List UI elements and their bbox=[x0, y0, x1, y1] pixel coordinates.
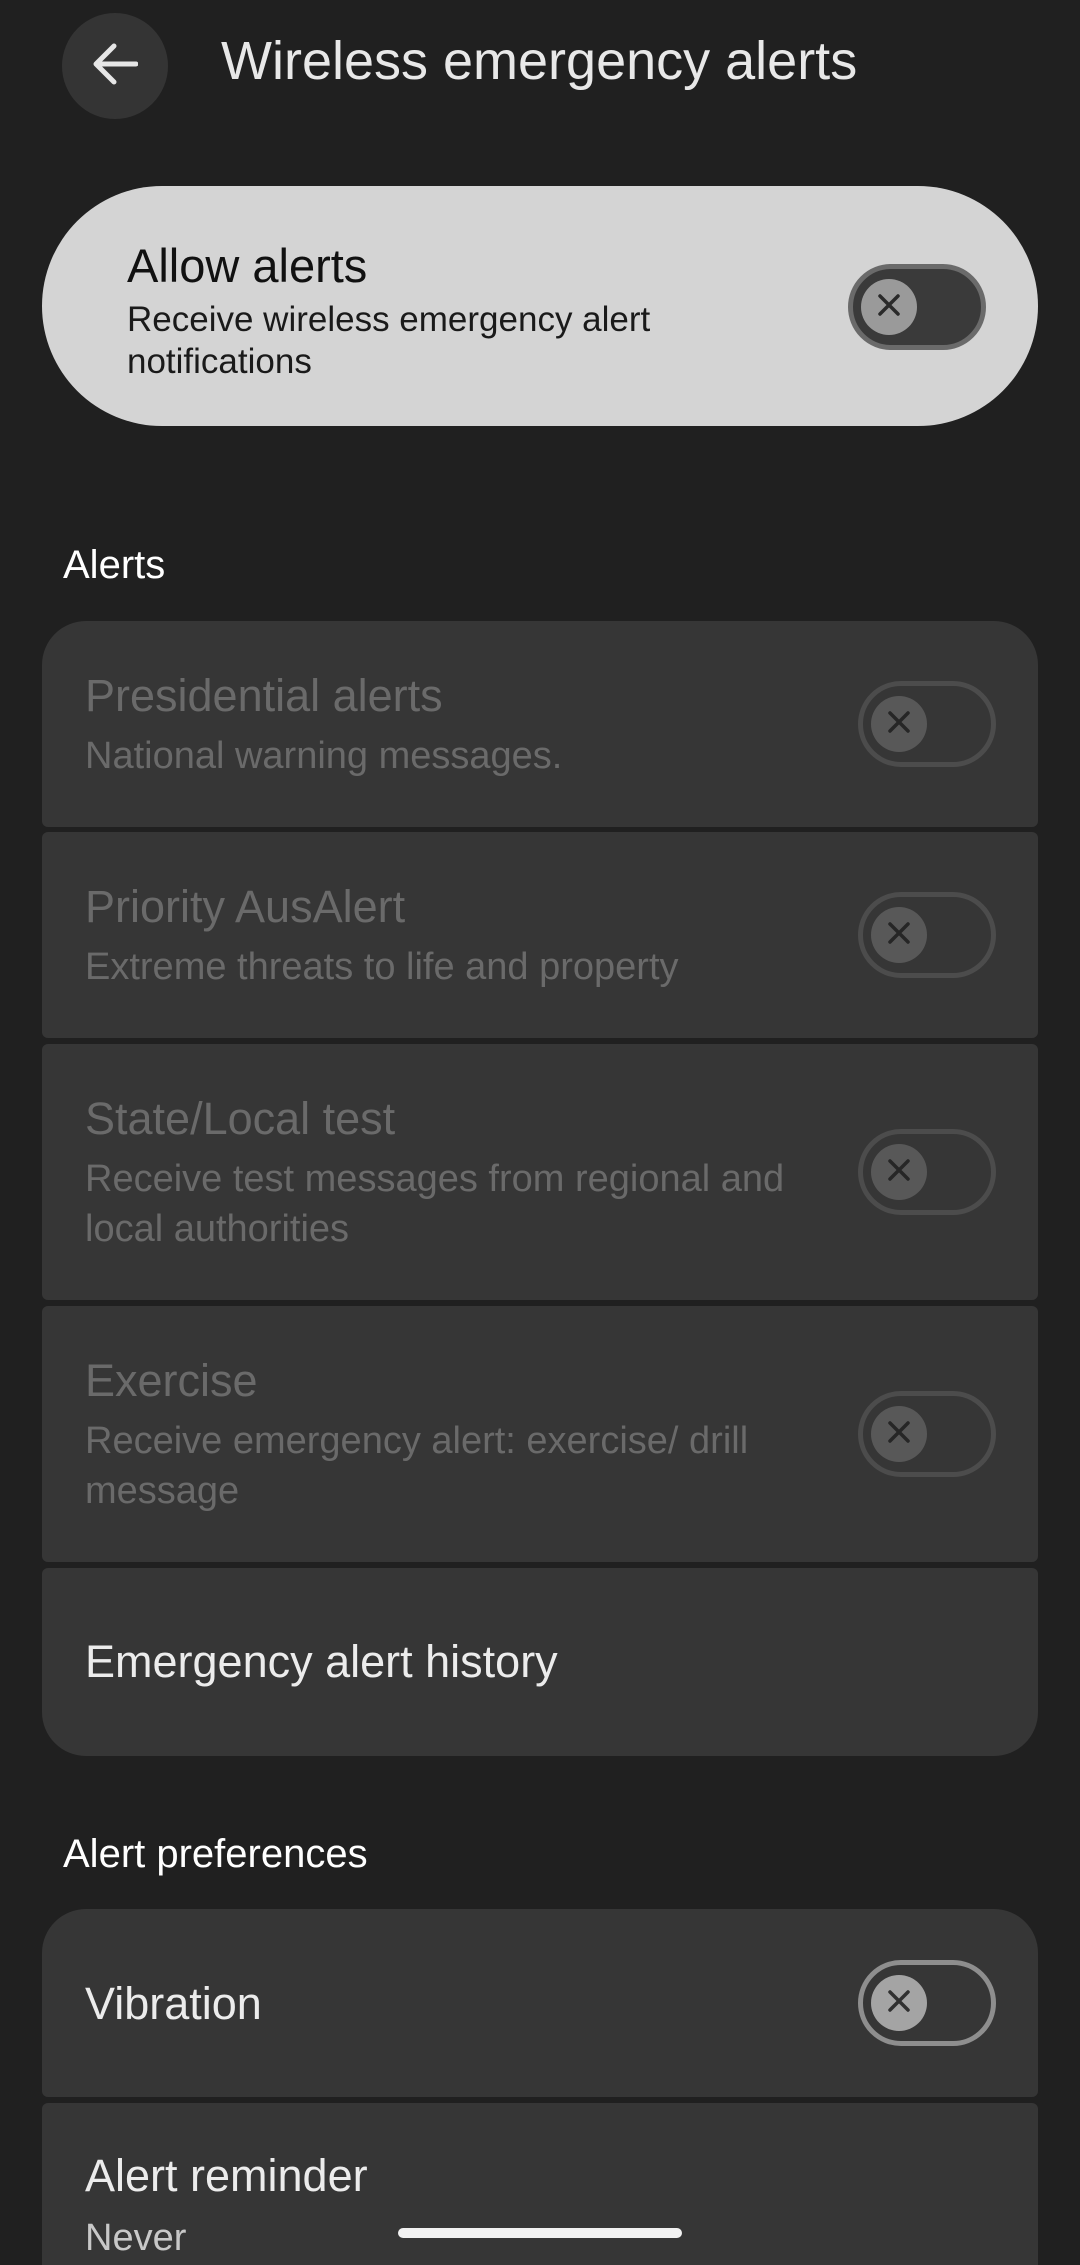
exercise-row[interactable]: Exercise Receive emergency alert: exerci… bbox=[42, 1306, 1038, 1562]
close-icon bbox=[886, 709, 912, 740]
arrow-left-icon bbox=[92, 43, 139, 90]
row-title: Vibration bbox=[85, 1978, 262, 2029]
allow-alerts-title: Allow alerts bbox=[127, 239, 368, 292]
toggle-knob bbox=[871, 696, 927, 752]
state-local-test-toggle[interactable] bbox=[858, 1129, 996, 1215]
presidential-alerts-row[interactable]: Presidential alerts National warning mes… bbox=[42, 621, 1038, 827]
toggle-knob bbox=[871, 907, 927, 963]
vibration-toggle[interactable] bbox=[858, 1960, 996, 2046]
allow-alerts-toggle[interactable] bbox=[848, 264, 986, 350]
priority-ausalert-row[interactable]: Priority AusAlert Extreme threats to lif… bbox=[42, 832, 1038, 1038]
allow-alerts-row[interactable]: Allow alerts Receive wireless emergency … bbox=[42, 186, 1038, 426]
row-title: Emergency alert history bbox=[85, 1636, 558, 1687]
close-icon bbox=[876, 292, 902, 323]
row-title: Priority AusAlert bbox=[85, 881, 406, 932]
screen: Wireless emergency alerts Allow alerts R… bbox=[0, 0, 1080, 2265]
priority-ausalert-toggle[interactable] bbox=[858, 892, 996, 978]
emergency-alert-history-row[interactable]: Emergency alert history bbox=[42, 1568, 1038, 1756]
alert-reminder-row[interactable]: Alert reminder Never bbox=[42, 2103, 1038, 2265]
gesture-navigation-bar[interactable] bbox=[398, 2228, 682, 2238]
row-title: Exercise bbox=[85, 1355, 258, 1406]
page-title: Wireless emergency alerts bbox=[221, 31, 858, 91]
close-icon bbox=[886, 1419, 912, 1450]
row-title: State/Local test bbox=[85, 1093, 396, 1144]
close-icon bbox=[886, 920, 912, 951]
toggle-knob bbox=[871, 1406, 927, 1462]
toggle-knob bbox=[871, 1144, 927, 1200]
presidential-alerts-toggle[interactable] bbox=[858, 681, 996, 767]
vibration-row[interactable]: Vibration bbox=[42, 1909, 1038, 2097]
row-subtitle: National warning messages. bbox=[85, 735, 563, 777]
allow-alerts-subtitle: Receive wireless emergency alert notific… bbox=[127, 300, 651, 381]
close-icon bbox=[886, 1988, 912, 2019]
exercise-toggle[interactable] bbox=[858, 1391, 996, 1477]
row-subtitle: Receive test messages from regional and … bbox=[85, 1158, 785, 1250]
toggle-knob bbox=[861, 279, 917, 335]
row-title: Presidential alerts bbox=[85, 670, 443, 721]
section-header-alert-preferences: Alert preferences bbox=[63, 1832, 368, 1876]
row-title: Alert reminder bbox=[85, 2150, 368, 2201]
toggle-knob bbox=[871, 1975, 927, 2031]
close-icon bbox=[886, 1157, 912, 1188]
row-subtitle: Receive emergency alert: exercise/ drill… bbox=[85, 1420, 749, 1512]
state-local-test-row[interactable]: State/Local test Receive test messages f… bbox=[42, 1044, 1038, 1300]
row-subtitle: Extreme threats to life and property bbox=[85, 946, 679, 988]
section-header-alerts: Alerts bbox=[63, 543, 166, 587]
row-subtitle: Never bbox=[85, 2217, 187, 2259]
back-button[interactable] bbox=[62, 13, 168, 119]
